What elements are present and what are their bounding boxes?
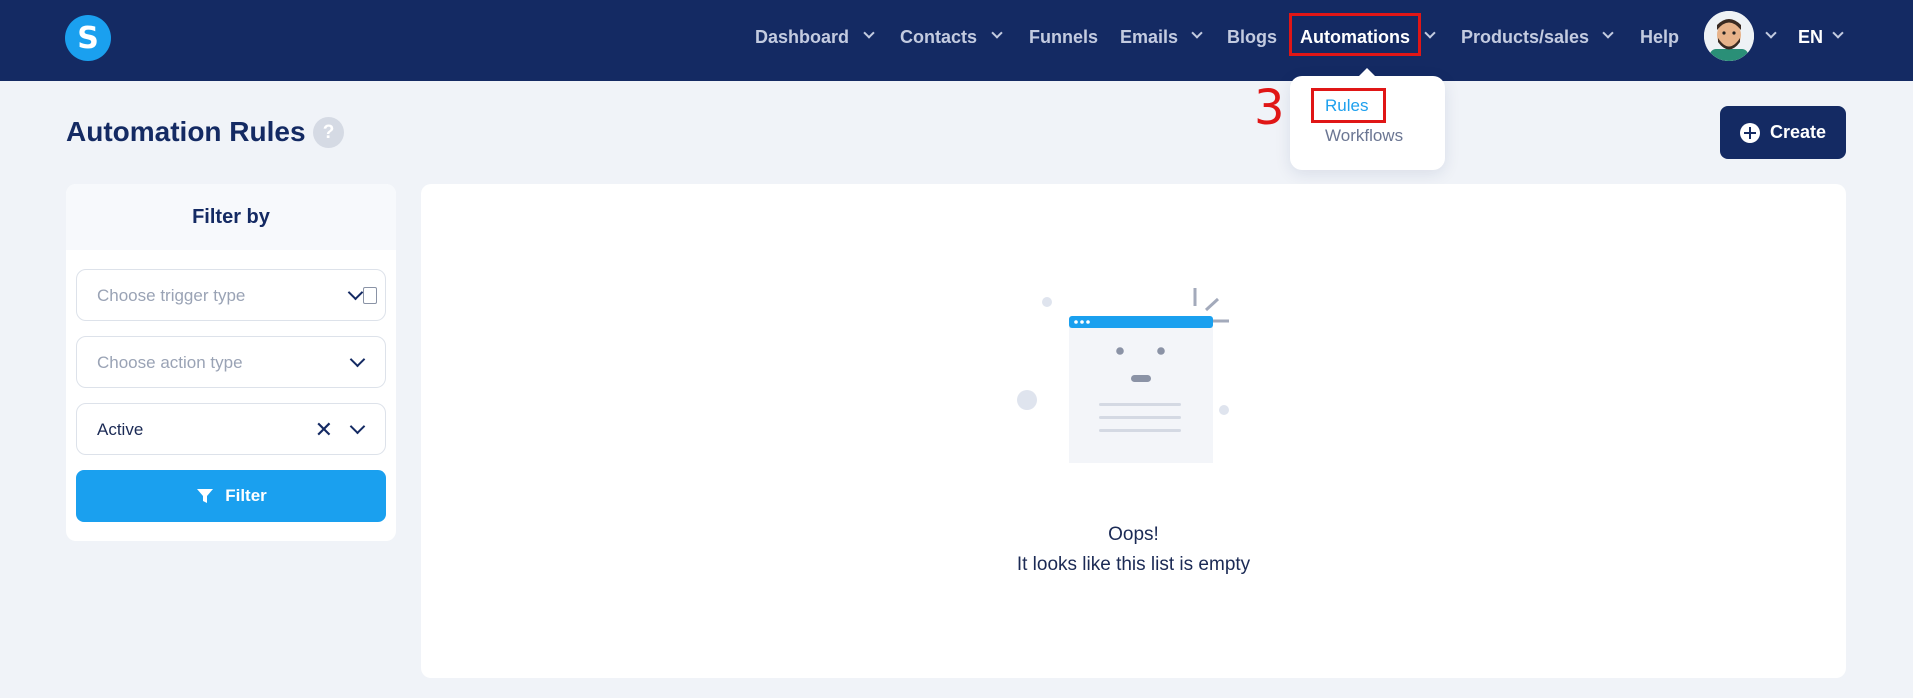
chevron-down-icon[interactable] xyxy=(1191,27,1203,39)
help-icon[interactable]: ? xyxy=(313,117,344,148)
dropdown-item-label: Workflows xyxy=(1325,126,1404,145)
action-type-placeholder: Choose action type xyxy=(97,353,243,372)
chevron-down-icon[interactable] xyxy=(1832,27,1844,39)
trigger-type-select[interactable]: Choose trigger type xyxy=(76,269,386,321)
filter-button-label: Filter xyxy=(225,486,267,505)
plus-circle-icon xyxy=(1739,122,1760,143)
highlight-automations xyxy=(1289,13,1421,56)
nav-item-help[interactable]: Help xyxy=(1640,24,1679,50)
chevron-down-icon[interactable] xyxy=(863,27,875,39)
funnel-icon xyxy=(197,489,214,503)
nav-item-funnels[interactable]: Funnels xyxy=(1029,24,1098,50)
create-button[interactable]: Create xyxy=(1720,106,1846,159)
chevron-down-icon[interactable] xyxy=(349,351,366,368)
user-avatar[interactable] xyxy=(1704,11,1754,61)
nav-label: Blogs xyxy=(1227,26,1278,47)
nav-label: Funnels xyxy=(1029,26,1099,47)
rules-list-panel: Oops! It looks like this list is empty xyxy=(421,184,1846,678)
nav-label: Emails xyxy=(1120,26,1179,47)
create-button-label: Create xyxy=(1769,122,1827,142)
chevron-down-icon[interactable] xyxy=(1765,27,1777,39)
nav-item-contacts[interactable]: Contacts xyxy=(900,24,977,50)
chevron-down-icon[interactable] xyxy=(347,284,364,301)
filter-panel: Filter by Choose trigger type Choose act… xyxy=(66,184,396,541)
top-navigation-bar: S Dashboard Contacts Funnels Emails Blog… xyxy=(0,0,1913,81)
language-selector[interactable]: EN xyxy=(1798,24,1823,50)
logo-letter: S xyxy=(77,20,99,56)
chevron-down-icon[interactable] xyxy=(349,418,366,435)
empty-state-message: It looks like this list is empty xyxy=(1016,554,1251,575)
nav-item-blogs[interactable]: Blogs xyxy=(1227,24,1277,50)
action-type-select[interactable]: Choose action type xyxy=(76,336,386,388)
dropdown-item-workflows[interactable]: Workflows xyxy=(1325,126,1403,146)
language-label: EN xyxy=(1798,26,1824,47)
chevron-down-icon[interactable] xyxy=(1424,27,1436,39)
chevron-down-icon[interactable] xyxy=(1602,27,1614,39)
nav-label: Help xyxy=(1640,26,1680,47)
highlight-rules xyxy=(1311,88,1386,123)
page-title: Automation Rules xyxy=(66,116,306,147)
filter-heading: Filter by xyxy=(66,184,396,250)
clear-icon[interactable]: ✕ xyxy=(315,417,333,443)
empty-list-illustration xyxy=(1017,288,1229,463)
chevron-down-icon[interactable] xyxy=(991,27,1003,39)
nav-item-emails[interactable]: Emails xyxy=(1120,24,1178,50)
status-value: Active xyxy=(97,420,144,439)
nav-item-products-sales[interactable]: Products/sales xyxy=(1461,24,1589,50)
document-icon xyxy=(363,287,377,304)
nav-label: Contacts xyxy=(900,26,978,47)
status-select[interactable]: Active ✕ xyxy=(76,403,386,455)
app-logo[interactable]: S xyxy=(65,15,111,61)
avatar-illustration xyxy=(1704,11,1754,61)
step-number-annotation: 3 xyxy=(1254,80,1285,136)
trigger-type-placeholder: Choose trigger type xyxy=(97,286,246,305)
nav-item-dashboard[interactable]: Dashboard xyxy=(755,24,849,50)
filter-button[interactable]: Filter xyxy=(76,470,386,522)
empty-state-title: Oops! xyxy=(1108,524,1159,545)
nav-label: Dashboard xyxy=(755,26,850,47)
nav-label: Products/sales xyxy=(1461,26,1590,47)
